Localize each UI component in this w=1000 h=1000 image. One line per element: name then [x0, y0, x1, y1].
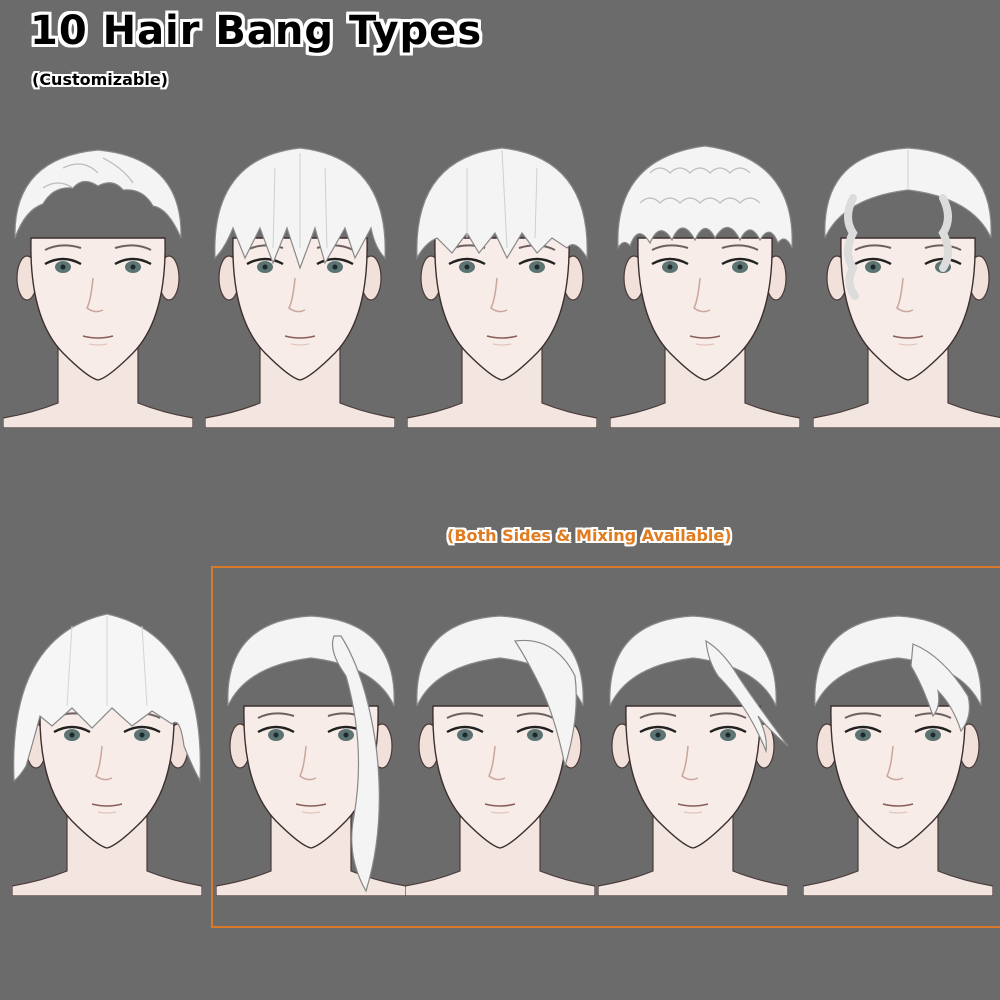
messy-short-bangs-icon: [3, 128, 193, 428]
page-subtitle: (Customizable): [32, 70, 168, 89]
slicked-side-curl-bangs-icon: [813, 128, 1000, 428]
curly-bangs-icon: [610, 128, 800, 428]
flicked-side-bangs-icon: [598, 596, 788, 896]
page-title: 10 Hair Bang Types: [30, 8, 483, 54]
swept-side-bangs-icon: [405, 596, 595, 896]
straight-long-bangs-icon: [205, 128, 395, 428]
bowl-cut-bangs-icon: [12, 596, 202, 896]
long-side-strand-bangs-icon: [216, 596, 406, 896]
straight-fringe-bangs-icon: [407, 128, 597, 428]
mixing-note: (Both Sides & Mixing Available): [447, 526, 732, 545]
short-side-swept-bangs-icon: [803, 596, 993, 896]
